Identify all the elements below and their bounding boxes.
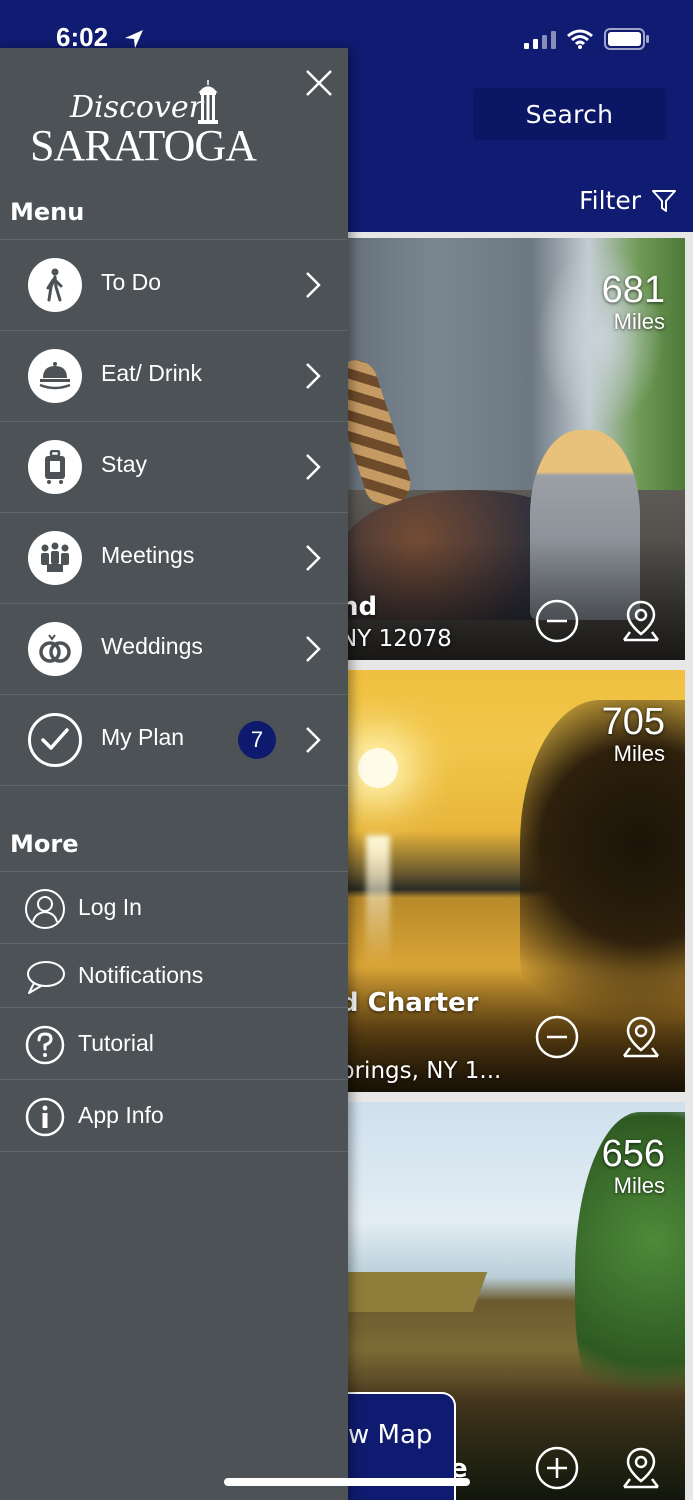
rings-icon — [28, 622, 82, 676]
filter-icon — [652, 189, 676, 212]
menu-item-weddings[interactable]: Weddings — [0, 603, 348, 694]
chevron-right-icon — [306, 272, 321, 298]
more-item-log-in[interactable]: Log In — [0, 871, 348, 943]
menu-item-meetings[interactable]: Meetings — [0, 512, 348, 603]
chevron-right-icon — [306, 363, 321, 389]
cloche-icon — [28, 349, 82, 403]
more-item-label: Log In — [78, 894, 142, 920]
minus-circle-icon[interactable] — [532, 596, 582, 646]
menu-item-label: Stay — [101, 451, 148, 477]
walking-person-icon — [28, 258, 82, 312]
menu-item-eat-drink[interactable]: Eat/ Drink — [0, 330, 348, 421]
search-button[interactable]: Search — [473, 88, 666, 140]
chevron-right-icon — [306, 454, 321, 480]
home-indicator — [224, 1478, 470, 1486]
location-arrow-icon — [125, 30, 143, 48]
distance-badge: 705 Miles — [602, 702, 665, 766]
chevron-right-icon — [306, 727, 321, 753]
question-icon — [25, 1025, 65, 1065]
menu-item-stay[interactable]: Stay — [0, 421, 348, 512]
divider — [0, 785, 348, 786]
status-time: 6:02 — [56, 22, 108, 53]
chevron-right-icon — [306, 636, 321, 662]
menu-item-my-plan[interactable]: My Plan 7 — [0, 694, 348, 785]
chat-bubble-icon — [27, 961, 65, 994]
battery-icon — [604, 28, 649, 50]
filter-label: Filter — [579, 186, 641, 215]
plan-count-badge: 7 — [238, 721, 276, 759]
menu-item-label: Eat/ Drink — [101, 360, 202, 386]
status-time-text: 6:02 — [56, 22, 109, 52]
card-photo-sun — [358, 748, 398, 788]
minus-circle-icon[interactable] — [532, 1012, 582, 1062]
menu-item-label: My Plan — [101, 724, 185, 750]
distance-badge: 681 Miles — [602, 270, 665, 334]
divider — [0, 1151, 348, 1152]
card-address: prings, NY 1... — [340, 1058, 502, 1084]
side-drawer: Discover SARATOGA Menu To Do Eat/ Drink … — [0, 48, 348, 1500]
more-item-label: Notifications — [78, 962, 204, 988]
menu-item-label: Weddings — [101, 633, 203, 659]
gazebo-icon — [198, 80, 218, 124]
discover-saratoga-logo: Discover SARATOGA — [30, 80, 260, 170]
map-pin-icon[interactable] — [616, 596, 666, 646]
distance-unit: Miles — [613, 741, 665, 766]
map-pin-icon[interactable] — [616, 1012, 666, 1062]
info-icon — [25, 1097, 65, 1137]
more-item-label: App Info — [78, 1102, 164, 1128]
result-card[interactable]: 705 Miles d Charter prings, NY 1... — [300, 670, 685, 1092]
menu-item-to-do[interactable]: To Do — [0, 239, 348, 330]
wifi-icon — [567, 29, 593, 49]
close-icon[interactable] — [304, 68, 334, 98]
more-item-tutorial[interactable]: Tutorial — [0, 1007, 348, 1079]
distance-value: 656 — [601, 1133, 665, 1175]
check-circle-icon — [28, 713, 82, 767]
chevron-right-icon — [306, 545, 321, 571]
luggage-icon — [28, 440, 82, 494]
more-item-label: Tutorial — [78, 1030, 154, 1056]
menu-item-label: To Do — [101, 269, 162, 295]
map-pin-icon[interactable] — [616, 1443, 666, 1493]
distance-unit: Miles — [613, 1173, 665, 1198]
result-card[interactable]: 681 Miles nd NY 12078 — [300, 238, 685, 660]
logo-line2: SARATOGA — [30, 121, 257, 170]
distance-unit: Miles — [613, 309, 665, 334]
user-icon — [25, 889, 65, 929]
more-item-notifications[interactable]: Notifications — [0, 943, 348, 1007]
cellular-signal-icon — [524, 31, 556, 49]
distance-badge: 656 Miles — [602, 1134, 665, 1198]
plus-circle-icon[interactable] — [532, 1443, 582, 1493]
filter-button[interactable]: Filter — [579, 186, 677, 215]
distance-value: 705 — [601, 701, 665, 743]
menu-section-title: Menu — [10, 198, 85, 226]
card-title: d Charter — [340, 988, 479, 1018]
menu-item-label: Meetings — [101, 542, 195, 568]
distance-value: 681 — [601, 269, 665, 311]
more-item-app-info[interactable]: App Info — [0, 1079, 348, 1151]
group-icon — [28, 531, 82, 585]
card-photo-reflection — [366, 835, 390, 965]
card-address: NY 12078 — [340, 626, 452, 652]
more-section-title: More — [10, 830, 79, 858]
